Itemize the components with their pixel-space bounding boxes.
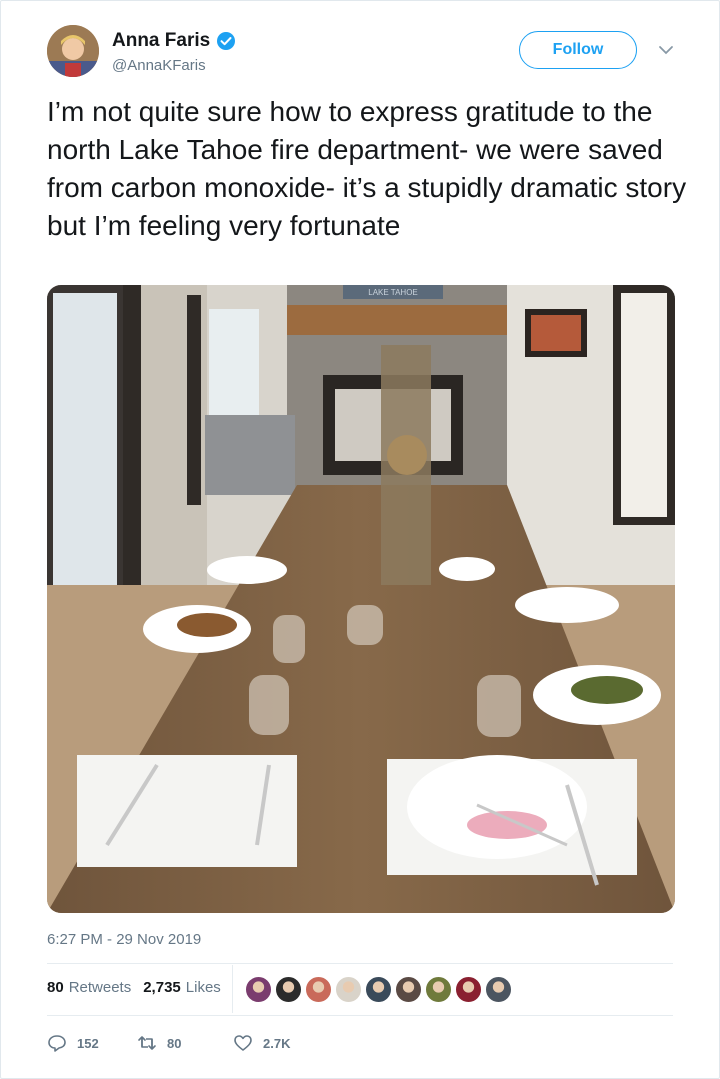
reply-icon — [48, 1035, 66, 1052]
retweets-label: Retweets — [68, 979, 132, 996]
tweet-actions: 152 80 2.7K — [47, 1033, 290, 1053]
divider — [47, 1015, 673, 1016]
liker-avatar[interactable] — [305, 976, 332, 1003]
divider — [47, 963, 673, 964]
liker-avatar[interactable] — [425, 976, 452, 1003]
likes-label: Likes — [185, 979, 221, 996]
retweets-count: 80 — [47, 979, 64, 996]
reply-count: 152 — [77, 1035, 99, 1051]
heart-icon — [234, 1035, 252, 1051]
like-count: 2.7K — [263, 1035, 291, 1051]
stats-separator — [232, 965, 233, 1013]
retweet-button[interactable]: 80 — [137, 1033, 233, 1053]
like-button[interactable]: 2.7K — [233, 1033, 290, 1053]
tweet-timestamp[interactable]: 6:27 PM - 29 Nov 2019 — [47, 931, 201, 948]
liker-avatar[interactable] — [365, 976, 392, 1003]
verified-badge-icon — [217, 32, 236, 50]
liker-avatar[interactable] — [335, 976, 362, 1003]
liker-avatar[interactable] — [245, 976, 272, 1003]
dining-table-photo: LAKE TAHOE — [47, 285, 675, 913]
liker-avatar[interactable] — [395, 976, 422, 1003]
display-name[interactable]: Anna Faris — [112, 30, 210, 52]
tweet-text: I’m not quite sure how to express gratit… — [47, 96, 687, 241]
tweet-photo[interactable]: LAKE TAHOE — [47, 285, 675, 913]
retweet-icon — [138, 1036, 156, 1050]
retweet-count: 80 — [167, 1035, 182, 1051]
likes-count: 2,735 — [143, 979, 181, 996]
reply-button[interactable]: 152 — [47, 1033, 137, 1053]
lake-tahoe-sign: LAKE TAHOE — [368, 288, 418, 297]
avatar-image — [47, 25, 99, 77]
avatar[interactable] — [47, 25, 99, 77]
tweet-card: Anna Faris @AnnaKFaris Follow I’m not qu… — [0, 0, 720, 1079]
retweets-stat[interactable]: 80 Retweets — [47, 979, 131, 996]
liker-avatar[interactable] — [275, 976, 302, 1003]
liker-avatars — [245, 976, 515, 1003]
liker-avatar[interactable] — [485, 976, 512, 1003]
liker-avatar[interactable] — [455, 976, 482, 1003]
follow-button[interactable]: Follow — [519, 31, 637, 69]
likes-stat[interactable]: 2,735 Likes — [143, 979, 221, 996]
chevron-down-icon[interactable] — [657, 41, 675, 59]
engagement-stats: 80 Retweets 2,735 Likes — [47, 979, 233, 996]
user-handle[interactable]: @AnnaKFaris — [112, 57, 206, 74]
